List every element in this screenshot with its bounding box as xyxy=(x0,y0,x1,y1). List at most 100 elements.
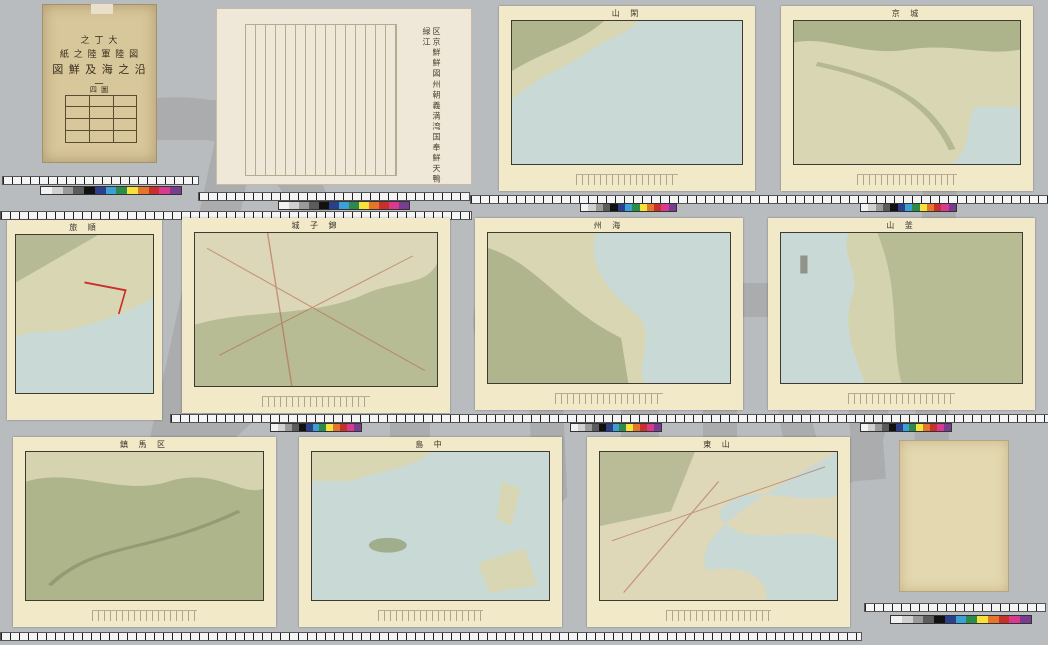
color-patch xyxy=(1009,616,1021,623)
color-patch xyxy=(875,204,883,211)
color-patch xyxy=(602,204,611,211)
color-calibration-bar xyxy=(580,203,677,212)
color-patch xyxy=(340,424,348,431)
cover-line-2: 紙 之 陸 軍 陸 図 xyxy=(59,50,140,60)
color-patch xyxy=(916,424,924,431)
sheet-title: 京 城 xyxy=(891,9,923,18)
color-patch xyxy=(359,202,369,209)
map-legend xyxy=(575,174,679,185)
color-patch xyxy=(291,424,299,431)
color-patch xyxy=(571,424,578,431)
map-sheet[interactable]: 京 城 xyxy=(781,6,1033,191)
color-patch xyxy=(595,204,603,211)
color-patch xyxy=(127,187,138,194)
color-patch xyxy=(987,616,999,623)
map-image xyxy=(312,452,549,600)
color-patch xyxy=(588,204,596,211)
color-patch xyxy=(319,424,327,431)
color-patch xyxy=(271,424,278,431)
color-patch xyxy=(339,202,349,209)
map-sheet[interactable]: 城 子 錦 xyxy=(182,218,450,413)
color-patch xyxy=(654,204,662,211)
cover-line-1: 之 丁 大 xyxy=(80,36,119,46)
index-sheet[interactable]: 区 京 鮮 鮮 図 州 朝 義 満 湾 国 奉 鮮 天 鴨 緑 江 xyxy=(216,8,472,185)
color-patch xyxy=(94,187,106,194)
color-patch xyxy=(62,187,74,194)
map-sheet[interactable]: 旅 順 xyxy=(7,220,162,420)
color-patch xyxy=(299,202,309,209)
color-patch xyxy=(584,424,592,431)
sheet-title: 島 中 xyxy=(415,440,446,449)
color-patch xyxy=(919,204,927,211)
map-sheet[interactable]: 州 海 xyxy=(475,218,743,410)
color-patch xyxy=(354,424,361,431)
map-legend xyxy=(91,610,198,621)
color-patch xyxy=(605,424,613,431)
color-patch xyxy=(333,424,341,431)
map-image xyxy=(781,233,1022,383)
color-calibration-bar xyxy=(570,423,662,432)
color-patch xyxy=(888,424,896,431)
cover-tab xyxy=(91,4,113,14)
map-sheet[interactable]: 山 釜 xyxy=(768,218,1035,410)
sheet-title: 旅 順 xyxy=(69,223,100,232)
scale-ruler xyxy=(864,603,1046,612)
cover-sub: 四 圖 xyxy=(89,86,110,94)
map-image xyxy=(16,235,153,393)
sheet-title: 山 釜 xyxy=(886,221,917,230)
color-patch xyxy=(912,616,924,623)
color-patch xyxy=(923,616,935,623)
map-legend xyxy=(665,610,772,621)
folder-cover[interactable]: 之 丁 大 紙 之 陸 軍 陸 図 図 鮮 及 海 之 沿 一 四 圖 xyxy=(42,4,157,163)
color-patch xyxy=(619,424,627,431)
color-patch xyxy=(934,204,942,211)
color-patch xyxy=(904,204,913,211)
color-patch xyxy=(977,616,988,623)
color-calibration-bar xyxy=(860,203,957,212)
color-patch xyxy=(279,202,289,209)
color-patch xyxy=(867,424,875,431)
color-patch xyxy=(591,424,599,431)
color-patch xyxy=(881,424,889,431)
color-patch xyxy=(617,204,625,211)
color-patch xyxy=(137,187,149,194)
color-patch xyxy=(944,424,951,431)
color-patch xyxy=(369,202,379,209)
color-patch xyxy=(577,424,585,431)
color-calibration-bar xyxy=(270,423,362,432)
map-sheet[interactable]: 山 閑 xyxy=(499,6,755,191)
color-patch xyxy=(326,424,334,431)
map-image xyxy=(488,233,730,383)
color-patch xyxy=(639,204,647,211)
color-patch xyxy=(610,204,618,211)
color-patch xyxy=(640,424,648,431)
color-patch xyxy=(661,204,669,211)
color-patch xyxy=(891,616,902,623)
color-patch xyxy=(73,187,85,194)
color-patch xyxy=(319,202,329,209)
color-patch xyxy=(654,424,661,431)
map-image xyxy=(794,21,1020,164)
color-patch xyxy=(868,204,876,211)
back-cover[interactable] xyxy=(899,440,1009,592)
color-patch xyxy=(948,204,957,211)
color-patch xyxy=(51,187,63,194)
scale-ruler xyxy=(170,414,1048,423)
sheet-title: 東 山 xyxy=(703,440,734,449)
color-patch xyxy=(966,616,978,623)
map-sheet[interactable]: 鎮 馬 区 xyxy=(13,437,276,627)
color-patch xyxy=(941,204,949,211)
color-calibration-bar xyxy=(890,615,1032,624)
color-patch xyxy=(170,187,181,194)
map-sheet[interactable]: 東 山 xyxy=(587,437,850,627)
index-table-lines xyxy=(245,24,397,176)
map-sheet[interactable]: 島 中 xyxy=(299,437,562,627)
color-patch xyxy=(84,187,95,194)
scale-ruler xyxy=(2,176,199,185)
color-patch xyxy=(934,616,945,623)
color-patch xyxy=(379,202,389,209)
scale-ruler xyxy=(470,195,1048,204)
color-patch xyxy=(874,424,882,431)
color-patch xyxy=(581,204,589,211)
map-legend xyxy=(262,396,370,407)
